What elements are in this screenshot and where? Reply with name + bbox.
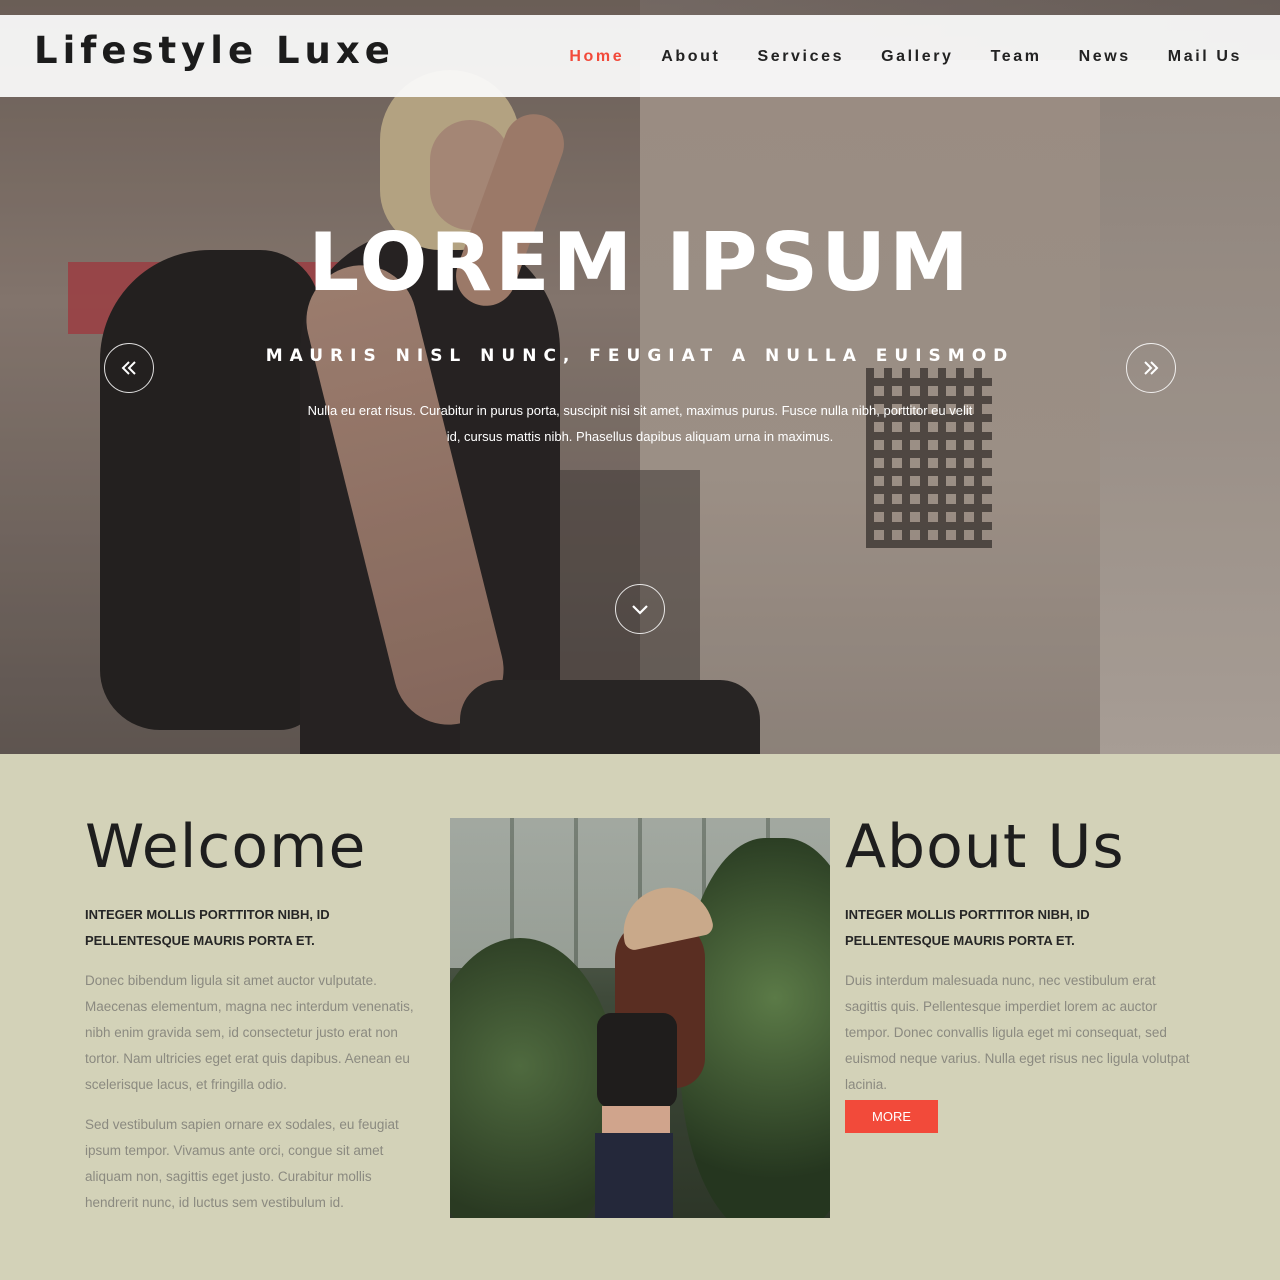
- main-nav: Home About Services Gallery Team News Ma…: [532, 48, 1242, 66]
- slider-next-button[interactable]: [1126, 343, 1176, 393]
- welcome-paragraph-2: Sed vestibulum sapien ornare ex sodales,…: [85, 1117, 399, 1210]
- hero-description: Nulla eu erat risus. Curabitur in purus …: [307, 403, 973, 444]
- scroll-down-button[interactable]: [615, 584, 665, 634]
- more-button[interactable]: MORE: [845, 1100, 938, 1133]
- site-logo[interactable]: Lifestyle Luxe: [34, 29, 395, 72]
- welcome-paragraph-1: Donec bibendum ligula sit amet auctor vu…: [85, 973, 414, 1092]
- hero-title: LOREM IPSUM: [308, 216, 972, 309]
- double-chevron-left-icon: [121, 361, 136, 375]
- about-paragraph: Duis interdum malesuada nunc, nec vestib…: [845, 973, 1190, 1092]
- nav-item-team[interactable]: Team: [991, 48, 1042, 66]
- nav-item-news[interactable]: News: [1079, 48, 1131, 66]
- about-title: About Us: [845, 812, 1125, 882]
- photo-woman-jeans: [595, 1133, 673, 1218]
- greenhouse-photo: [450, 818, 830, 1218]
- site-header: Lifestyle Luxe Home About Services Galle…: [0, 15, 1280, 97]
- hero-slider: LOREM IPSUM MAURIS NISL NUNC, FEUGIAT A …: [0, 0, 1280, 754]
- slider-prev-button[interactable]: [104, 343, 154, 393]
- about-lead: INTEGER MOLLIS PORTTITOR NIBH, ID PELLEN…: [845, 907, 1090, 948]
- photo-woman-midriff: [602, 1106, 670, 1136]
- nav-item-mail-us[interactable]: Mail Us: [1168, 48, 1242, 66]
- photo-woman-top: [597, 1013, 677, 1108]
- hero-subtitle: MAURIS NISL NUNC, FEUGIAT A NULLA EUISMO…: [265, 346, 1015, 366]
- chevron-down-icon: [632, 605, 648, 615]
- hero-overlay: [0, 0, 1280, 754]
- double-chevron-right-icon: [1144, 361, 1159, 375]
- nav-item-home[interactable]: Home: [569, 48, 624, 66]
- nav-item-gallery[interactable]: Gallery: [881, 48, 953, 66]
- nav-item-about[interactable]: About: [661, 48, 720, 66]
- welcome-title: Welcome: [85, 812, 367, 882]
- welcome-lead: INTEGER MOLLIS PORTTITOR NIBH, ID PELLEN…: [85, 907, 330, 948]
- nav-item-services[interactable]: Services: [757, 48, 844, 66]
